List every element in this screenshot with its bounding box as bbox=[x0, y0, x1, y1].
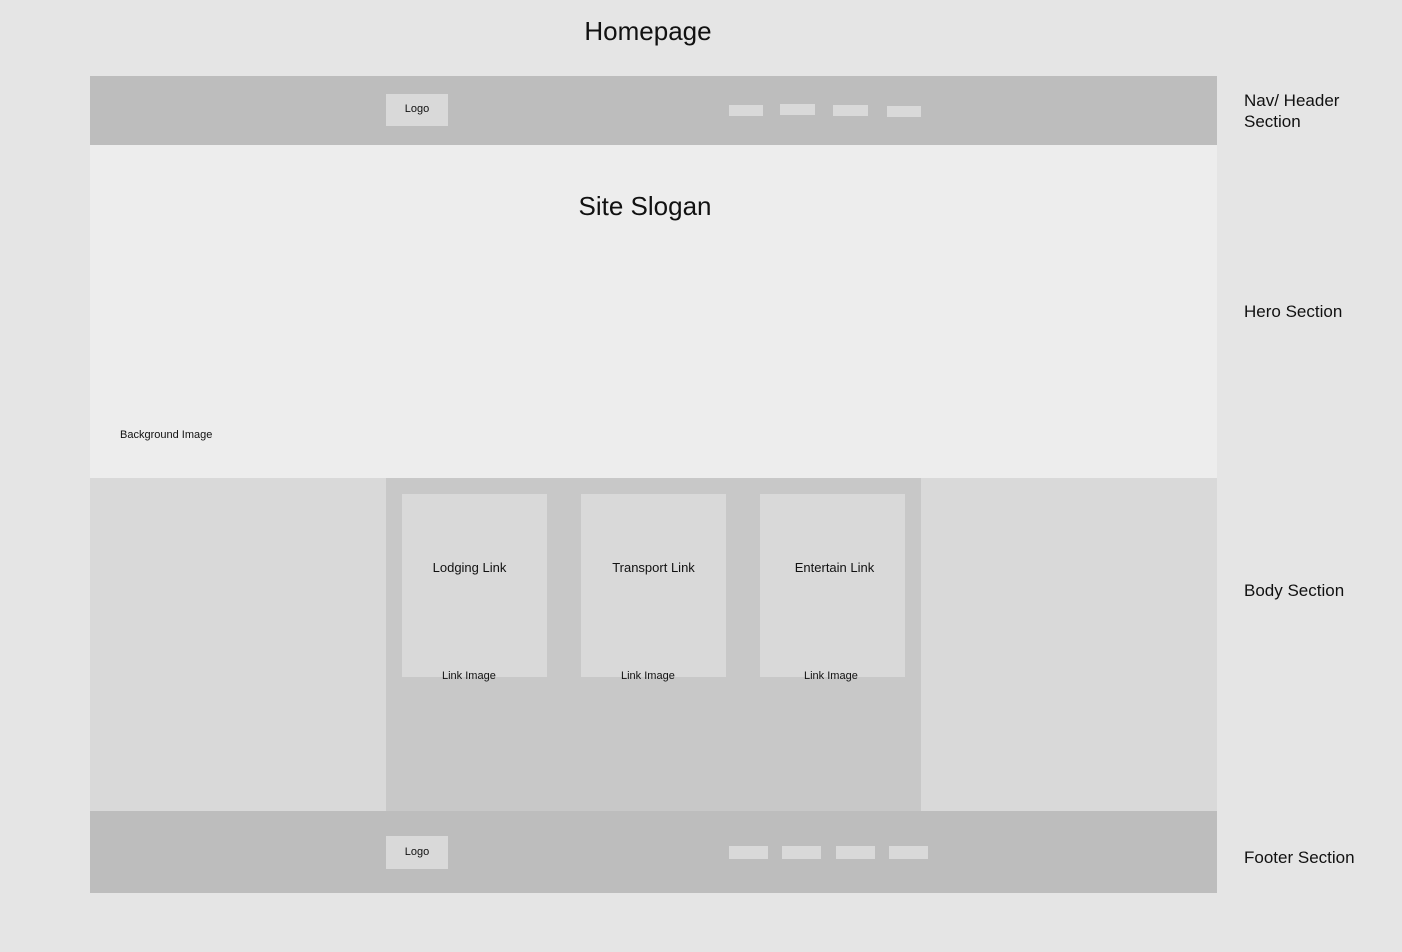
card-image-label: Link Image bbox=[442, 670, 496, 682]
page-title: Homepage bbox=[584, 16, 712, 46]
footer-link-placeholder-2[interactable] bbox=[782, 846, 821, 859]
nav-link-placeholder-4[interactable] bbox=[887, 106, 921, 117]
card-title: Lodging Link bbox=[432, 560, 507, 575]
footer-link-placeholder-4[interactable] bbox=[889, 846, 928, 859]
link-card-entertainment[interactable]: Entertain Link Link Image bbox=[760, 494, 905, 682]
footer-section-label: Footer Section bbox=[1244, 848, 1355, 867]
nav-logo[interactable]: Logo bbox=[386, 94, 448, 126]
footer-section: Logo bbox=[90, 811, 1217, 893]
card-title: Entertain Link bbox=[794, 560, 875, 575]
link-card-transport[interactable]: Transport Link Link Image bbox=[581, 494, 726, 682]
nav-header-section: Logo bbox=[90, 76, 1217, 145]
background-image-label: Background Image bbox=[120, 429, 213, 441]
card-image-label: Link Image bbox=[804, 670, 858, 682]
nav-link-placeholder-2[interactable] bbox=[780, 104, 815, 115]
nav-logo-label: Logo bbox=[404, 103, 430, 115]
footer-logo[interactable]: Logo bbox=[386, 836, 448, 869]
hero-section: Site Slogan Background Image bbox=[90, 145, 1217, 478]
body-section: Lodging Link Link Image Transport Link L… bbox=[90, 478, 1217, 811]
site-slogan: Site Slogan bbox=[578, 191, 712, 221]
card-image-label: Link Image bbox=[621, 670, 675, 682]
link-card-lodging[interactable]: Lodging Link Link Image bbox=[402, 494, 547, 682]
body-content-area: Lodging Link Link Image Transport Link L… bbox=[386, 478, 921, 811]
card-title: Transport Link bbox=[612, 560, 695, 575]
nav-link-placeholder-1[interactable] bbox=[729, 105, 763, 116]
nav-link-placeholder-3[interactable] bbox=[833, 105, 868, 116]
nav-header-section-label: Nav/ Header Section bbox=[1244, 91, 1340, 131]
footer-link-placeholder-3[interactable] bbox=[836, 846, 875, 859]
footer-logo-label: Logo bbox=[404, 846, 430, 858]
hero-section-label: Hero Section bbox=[1244, 302, 1343, 321]
body-section-label: Body Section bbox=[1244, 581, 1345, 600]
footer-link-placeholder-1[interactable] bbox=[729, 846, 768, 859]
